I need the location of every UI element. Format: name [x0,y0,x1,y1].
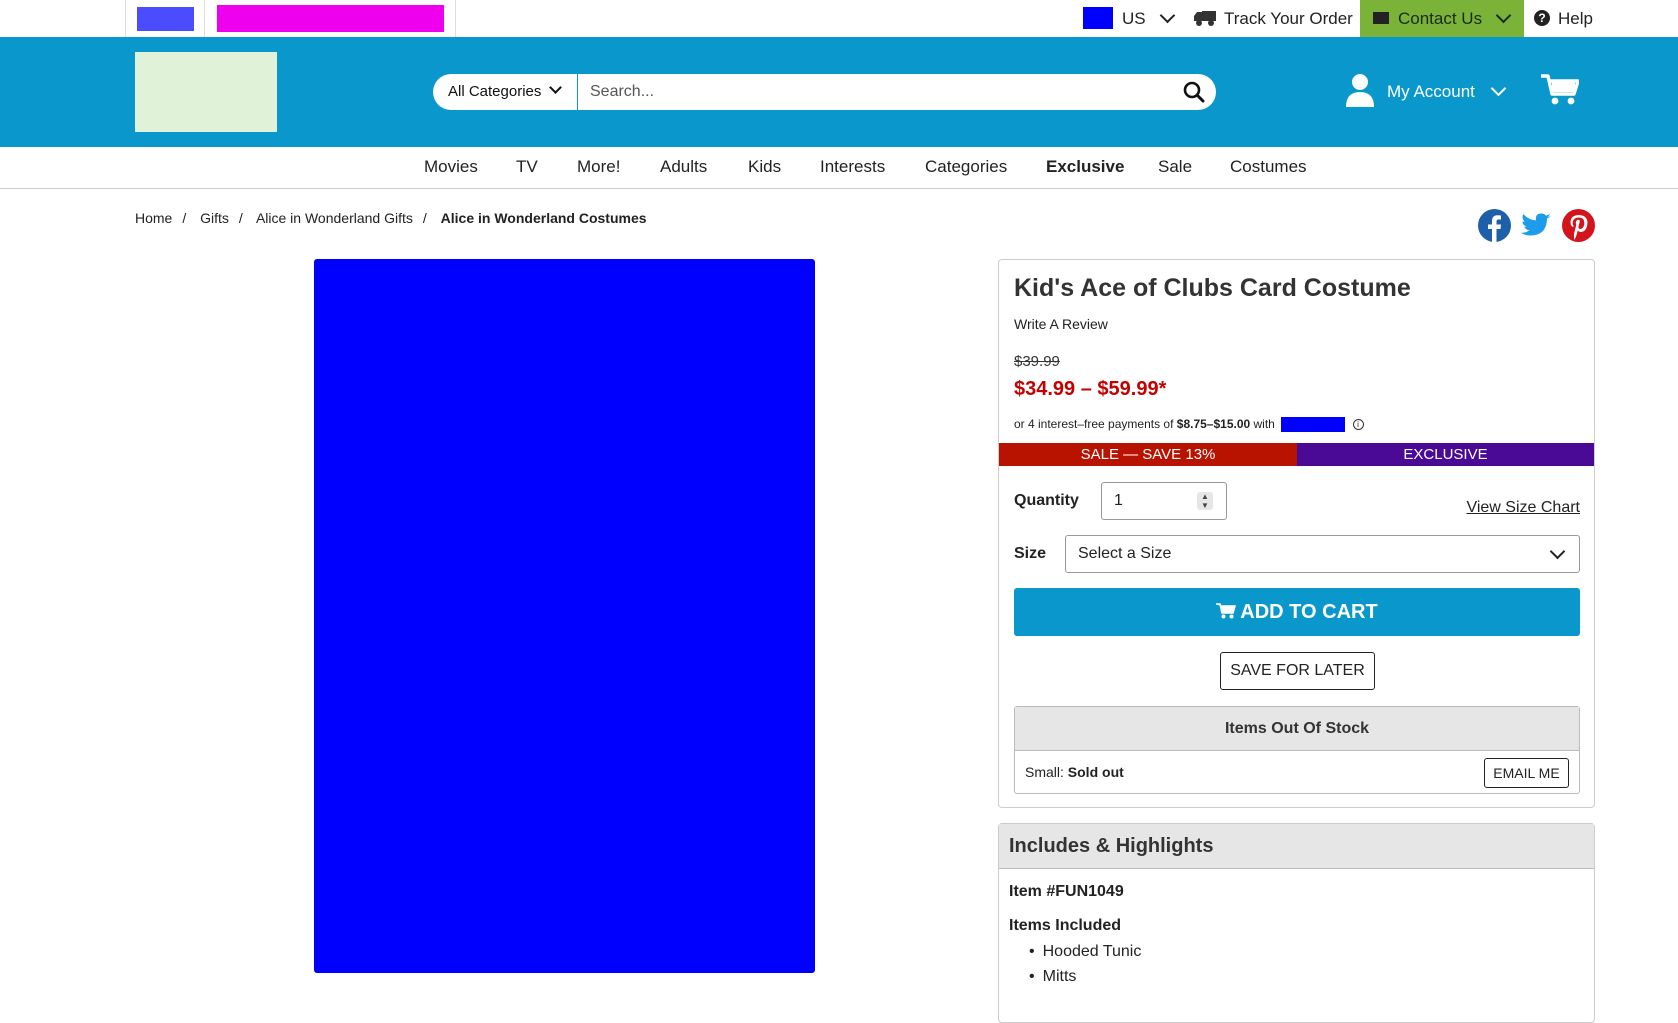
help-link[interactable]: Help [1558,0,1593,37]
cart-icon [1216,602,1237,619]
installment-info: or 4 interest–free payments of $8.75–$15… [1014,417,1364,433]
view-size-chart-link[interactable]: View Size Chart [1466,499,1580,517]
product-title: Kid's Ace of Clubs Card Costume [1014,274,1411,302]
breadcrumb: Home / Gifts / Alice in Wonderland Gifts / … [135,210,653,226]
truck-icon [1194,11,1216,26]
sale-badge: SALE — SAVE 13% [999,443,1297,466]
account-icon[interactable] [1344,73,1376,107]
exclusive-badge: EXCLUSIVE [1297,443,1594,466]
oos-size: Small: [1025,764,1064,780]
save-for-later-button[interactable]: SAVE FOR LATER [1220,652,1375,690]
search-icon[interactable] [1183,81,1205,103]
nav-item-exclusive[interactable]: Exclusive [1046,147,1124,187]
highlights-title[interactable]: Includes & Highlights [999,824,1594,869]
spinner-arrows-icon[interactable]: ▲ ▼ [1197,492,1213,510]
breadcrumb-separator: / [422,210,427,226]
help-icon[interactable]: ? [1534,10,1550,26]
chevron-down-icon [1495,7,1512,24]
nav-item-kids[interactable]: Kids [748,147,781,187]
nav-item-adults[interactable]: Adults [660,147,707,187]
installment-amount: $8.75–$15.00 [1176,417,1251,431]
us-flag-icon[interactable] [1083,7,1113,29]
sister-site-logo-1[interactable] [137,7,194,31]
product-image[interactable] [314,259,815,973]
sister-site-logo-2[interactable] [217,5,444,32]
twitter-icon[interactable] [1520,209,1553,242]
my-account-link[interactable]: My Account [1387,74,1475,110]
sale-price-range: $34.99 – $59.99* [1014,378,1167,400]
search-input[interactable] [578,74,1216,110]
category-label: All Categories [448,83,542,100]
items-included-label: Items Included [1009,917,1122,934]
breadcrumb-gifts[interactable]: Gifts [200,210,229,226]
installment-with: with [1253,417,1275,431]
list-item: Hooded Tunic [1029,939,1142,964]
quantity-value[interactable]: 1 [1114,483,1123,519]
breadcrumb-home[interactable]: Home [135,210,172,226]
pinterest-icon[interactable] [1562,209,1595,242]
track-order-link[interactable]: Track Your Order [1224,0,1353,37]
site-logo[interactable] [135,52,277,132]
breadcrumb-separator: / [238,210,243,226]
item-number: Item #FUN1049 [1009,883,1124,900]
nav-item-movies[interactable]: Movies [424,147,478,187]
main-header: All Categories My Account [0,37,1678,147]
contact-us-button[interactable]: Contact Us [1360,0,1524,37]
info-icon[interactable]: i [1352,419,1364,431]
size-select-value: Select a Size [1078,545,1172,562]
facebook-icon[interactable] [1478,209,1511,242]
nav-item-sale[interactable]: Sale [1158,147,1192,187]
breadcrumb-current: Alice in Wonderland Costumes [440,210,647,226]
out-of-stock-title: Items Out Of Stock [1015,707,1579,751]
out-of-stock-box: Items Out Of Stock Small: Sold out EMAIL… [1014,706,1580,794]
payment-provider-logo [1281,417,1346,433]
email-me-button[interactable]: EMAIL ME [1484,758,1569,788]
size-label: Size [1014,545,1047,562]
write-review-link[interactable]: Write A Review [1014,316,1108,332]
contact-us-label: Contact Us [1398,9,1483,28]
top-utility-bar: US Track Your Order Contact Us ? Help [0,0,1678,37]
nav-item-more[interactable]: More! [577,147,620,187]
nav-item-costumes[interactable]: Costumes [1230,147,1307,187]
original-price: $39.99 [1014,353,1060,370]
out-of-stock-row: Small: Sold out [1025,764,1124,780]
highlights-panel: Includes & Highlights Item #FUN1049 Item… [998,823,1595,1023]
breadcrumb-separator: / [182,210,187,226]
add-to-cart-label: ADD TO CART [1240,601,1378,623]
quantity-stepper[interactable]: 1 ▲ ▼ [1101,482,1227,520]
cart-icon[interactable] [1541,73,1579,107]
quantity-label: Quantity [1014,492,1079,509]
envelope-icon [1373,12,1389,24]
breadcrumb-alice-gifts[interactable]: Alice in Wonderland Gifts [256,210,413,226]
installment-prefix: or 4 interest–free payments of [1014,417,1174,431]
country-selector[interactable]: US [1122,0,1146,37]
category-dropdown[interactable]: All Categories [433,74,577,110]
size-select[interactable]: Select a Size [1065,535,1580,573]
product-panel: Kid's Ace of Clubs Card Costume Write A … [998,259,1595,808]
nav-item-tv[interactable]: TV [516,147,538,187]
add-to-cart-button[interactable]: ADD TO CART [1014,588,1580,636]
main-navigation: Movies TV More! Adults Kids Interests Ca… [0,147,1678,189]
list-item: Mitts [1029,964,1141,989]
chevron-down-icon[interactable] [1490,80,1507,97]
chevron-down-icon [549,81,562,94]
nav-item-categories[interactable]: Categories [925,147,1007,187]
oos-status: Sold out [1067,764,1124,780]
chevron-down-icon[interactable] [1159,7,1176,24]
chevron-down-icon [1549,543,1566,560]
items-included-list: Hooded Tunic Mitts [1029,939,1142,989]
nav-item-interests[interactable]: Interests [820,147,885,187]
